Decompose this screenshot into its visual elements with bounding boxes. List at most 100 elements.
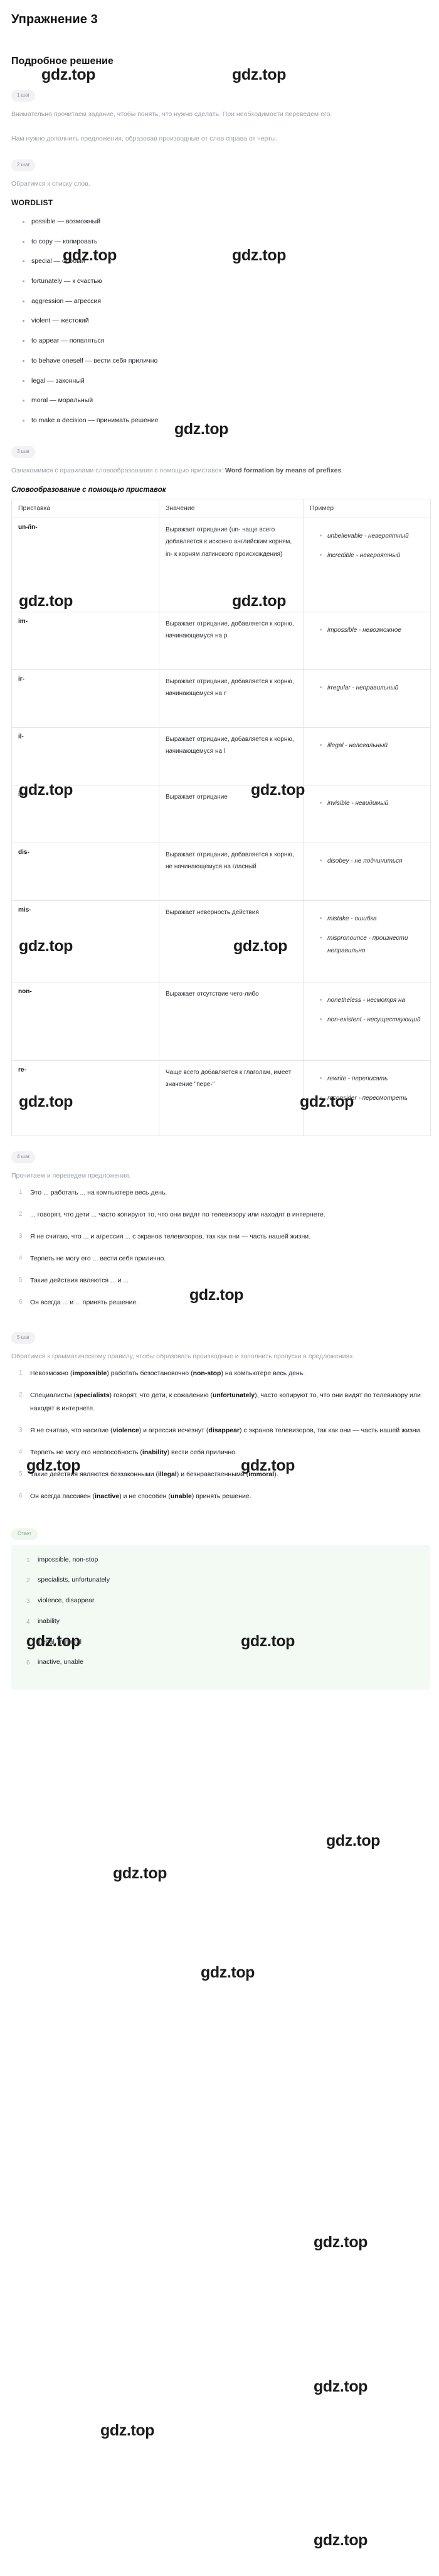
list-item: to appear — появляться <box>23 336 430 346</box>
watermark: gdz.top <box>314 2531 368 2549</box>
text-part: Он всегда пассивен ( <box>30 1492 95 1500</box>
cell-example: illegal - нелегальный <box>303 726 431 785</box>
example-item: illegal - нелегальный <box>320 740 424 752</box>
step-3-text: Ознакомимся с правилами словообразования… <box>11 464 428 477</box>
step-3-text-plain: Ознакомимся с правилами словообразования… <box>11 466 225 474</box>
page-title: Упражнение 3 <box>11 13 98 26</box>
list-item: Я не считаю, что насилие (violence) и аг… <box>19 1424 426 1437</box>
answers-list: impossible, non-stop specialists, unfort… <box>18 1555 424 1668</box>
cell-example: impossible - невозможное <box>303 611 431 670</box>
step-3-text-bold: Word formation by means of prefixes <box>225 466 342 474</box>
list-item: moral — моральный <box>23 396 430 405</box>
table-row: dis- Выражает отрицание, добавляется к к… <box>11 842 431 901</box>
wordlist-heading: WORDLIST <box>11 198 53 207</box>
list-item: specialists, unfortunately <box>26 1576 110 1585</box>
list-item: to copy — копировать <box>23 237 430 247</box>
cell-example: irregular - неправильный <box>303 669 431 728</box>
table-row: un-/in- Выражает отрицание (un- чаще все… <box>11 517 431 612</box>
cell-prefix: in- <box>11 784 159 843</box>
list-item: special — особый <box>23 257 430 266</box>
sentences-ru-list: Это ... работать ... на компьютере весь … <box>9 1186 430 1309</box>
example-item: incredible - невероятный <box>320 550 424 562</box>
example-item: irregular - неправильный <box>320 682 424 695</box>
example-item: mispronounce - произнести неправильно <box>320 932 424 957</box>
column-header-example: Пример <box>303 498 431 518</box>
list-item: to behave oneself — вести себя прилично <box>23 356 430 366</box>
cell-prefix: un-/in- <box>11 517 159 612</box>
column-header-prefix: Приставка <box>11 498 159 518</box>
answer-word: inactive <box>95 1492 120 1500</box>
text-part: Специалисты ( <box>30 1391 76 1399</box>
text-part: ). <box>274 1470 278 1478</box>
answer-word: inability <box>142 1448 167 1456</box>
watermark: gdz.top <box>201 1964 255 1981</box>
example-item: invisible - невидимый <box>320 797 424 810</box>
step-badge-2: 2 шаг <box>11 159 36 171</box>
list-item: inactive, unable <box>26 1658 83 1668</box>
table-row: in- Выражает отрицание invisible - невид… <box>11 784 431 843</box>
cell-example: mistake - ошибка mispronounce - произнес… <box>303 900 431 982</box>
watermark: gdz.top <box>232 66 287 83</box>
example-item: non-existent - несуществующий <box>320 1014 424 1026</box>
list-item: violent — жестокий <box>23 316 430 326</box>
cell-meaning: Выражает отрицание, добавляется к корню,… <box>159 842 304 901</box>
example-item: reconsider - пересмотреть <box>320 1092 424 1105</box>
cell-meaning: Выражает отрицание, добавляется к корню,… <box>159 726 304 785</box>
example-item: nonetheless - несмотря на <box>320 994 424 1007</box>
cell-example: nonetheless - несмотря на non-existent -… <box>303 981 431 1061</box>
list-item: Такие действия являются ... и ... <box>19 1274 129 1287</box>
table-row: non- Выражает отсутствие чего-либо nonet… <box>11 981 431 1061</box>
list-item: to make a decision — принимать решение <box>23 416 430 425</box>
table-row: ir- Выражает отрицание, добавляется к ко… <box>11 669 431 728</box>
text-part: ) на компьютере весь день. <box>221 1369 305 1377</box>
cell-meaning: Чаще всего добавляется к глаголам, имеет… <box>159 1060 304 1136</box>
cell-prefix: non- <box>11 981 159 1061</box>
table-caption: Словообразование с помощью приставок <box>11 486 166 494</box>
answer-word: immoral <box>248 1470 275 1478</box>
list-item: Он всегда ... и ... принять решение. <box>19 1296 139 1309</box>
cell-prefix: mis- <box>11 900 159 982</box>
answer-box: impossible, non-stop specialists, unfort… <box>11 1545 430 1690</box>
table-row: mis- Выражает неверность действия mistak… <box>11 900 431 982</box>
step-badge-4: 4 шаг <box>11 1151 36 1163</box>
text-part: ) работать безостановочно ( <box>107 1369 193 1377</box>
list-item: fortunately — к счастью <box>23 277 430 286</box>
list-item: impossible, non-stop <box>26 1555 98 1565</box>
answer-word: unable <box>170 1492 192 1500</box>
example-item: impossible - невозможное <box>320 624 424 637</box>
step-badge-1: 1 шаг <box>11 90 36 102</box>
watermark: gdz.top <box>100 2422 155 2439</box>
text-part: Терпеть не могу его неспособность ( <box>30 1448 142 1456</box>
list-item: Терпеть не могу его ... вести себя прили… <box>19 1252 166 1265</box>
cell-prefix: dis- <box>11 842 159 901</box>
cell-prefix: re- <box>11 1060 159 1136</box>
answer-word: specialists <box>75 1391 110 1399</box>
watermark: gdz.top <box>41 66 96 83</box>
step-5-text: Обратимся к грамматическому правилу, что… <box>11 1352 355 1360</box>
watermark: gdz.top <box>113 1865 167 1882</box>
text-part: Я не считаю, что насилие ( <box>30 1426 113 1434</box>
example-item: mistake - ошибка <box>320 913 424 925</box>
list-item: possible — возможный <box>23 217 430 226</box>
step-2-text: Обратимся к списку слов. <box>11 180 90 188</box>
solution-page: Упражнение 3 Подробное решение 1 шаг Вни… <box>0 0 439 2549</box>
text-part: ) и не способен ( <box>119 1492 171 1500</box>
list-item: Невозможно (impossible) работать безоста… <box>19 1367 426 1380</box>
text-part: ) с экранов телевизоров, так как они — ч… <box>240 1426 422 1434</box>
column-header-meaning: Значение <box>159 498 304 518</box>
example-item: unbelievable - невероятный <box>320 530 424 543</box>
list-item: Это ... работать ... на компьютере весь … <box>19 1186 167 1199</box>
cell-prefix: il- <box>11 726 159 785</box>
cell-meaning: Выражает отрицание <box>159 784 304 843</box>
cell-example: invisible - невидимый <box>303 784 431 843</box>
cell-meaning: Выражает отрицание, добавляется к корню,… <box>159 669 304 728</box>
answer-word: unfortunately <box>213 1391 255 1399</box>
list-item: illegal, immoral <box>26 1637 82 1647</box>
text-part: Такие действия являются беззаконными ( <box>30 1470 159 1478</box>
text-part: ) и безнравственными ( <box>176 1470 249 1478</box>
cell-prefix: ir- <box>11 669 159 728</box>
list-item: Он всегда пассивен (inactive) и не спосо… <box>19 1490 426 1503</box>
prefix-table: Приставка Значение Пример un-/in- Выража… <box>11 498 431 1136</box>
list-item: Терпеть не могу его неспособность (inabi… <box>19 1446 426 1459</box>
cell-example: disobey - не подчиниться <box>303 842 431 901</box>
